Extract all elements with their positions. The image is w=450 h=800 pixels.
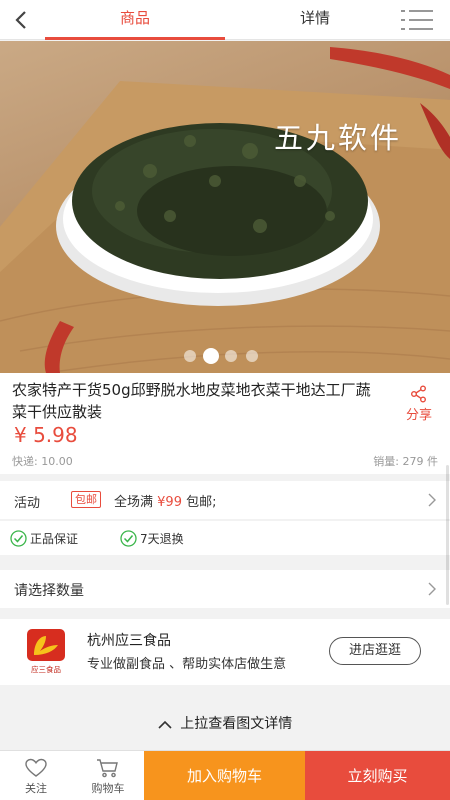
cart-button[interactable]: 购物车 — [72, 751, 144, 800]
tab-detail-label: 详情 — [299, 9, 330, 27]
menu-button[interactable] — [400, 7, 434, 33]
cart-label: 购物车 — [91, 782, 125, 795]
promotion-label: 活动 — [14, 496, 41, 511]
product-price: ¥ 5.98 — [14, 423, 78, 447]
list-menu-icon — [401, 10, 433, 30]
promotion-text: 全场满 ¥99 包邮; — [114, 491, 217, 510]
top-nav-bar: 商品 详情 — [0, 0, 450, 40]
product-photo — [0, 47, 450, 373]
quantity-label: 请选择数量 — [14, 583, 84, 599]
store-description: 专业做副食品 、帮助实体店做生意 — [87, 657, 287, 672]
favorite-button[interactable]: 关注 — [0, 751, 72, 800]
quantity-selector-row[interactable]: 请选择数量 — [0, 570, 450, 608]
promotion-prefix: 全场满 — [114, 495, 154, 510]
product-info: 农家特产干货50g邱野脱水地皮菜地衣菜干地达工厂蔬菜干供应散装 分享 ¥ 5.9… — [0, 373, 450, 474]
promotion-row[interactable]: 活动 包邮 全场满 ¥99 包邮; — [0, 481, 450, 519]
promotion-amount: ¥99 — [157, 495, 182, 510]
share-icon — [411, 385, 426, 403]
tab-detail[interactable]: 详情 — [225, 0, 405, 40]
carousel-dot[interactable] — [246, 350, 258, 362]
sales-count: 销量: 279 件 — [373, 455, 438, 468]
carousel-dots — [184, 348, 264, 364]
store-card: 应三食品 杭州应三食品 专业做副食品 、帮助实体店做生意 进店逛逛 — [0, 619, 450, 685]
watermark-text: 五九软件 — [274, 121, 403, 155]
carousel-dot[interactable] — [184, 350, 196, 362]
share-button[interactable]: 分享 — [396, 385, 442, 423]
visit-store-button[interactable]: 进店逛逛 — [329, 637, 421, 665]
guarantee-authentic-label: 正品保证 — [30, 532, 79, 546]
back-button[interactable] — [6, 4, 38, 36]
carousel-dot-active[interactable] — [203, 348, 219, 364]
chevron-up-icon — [158, 720, 172, 729]
shopping-cart-icon — [97, 759, 118, 778]
favorite-label: 关注 — [25, 782, 47, 795]
store-name: 杭州应三食品 — [87, 633, 171, 649]
store-logo-text: 应三食品 — [31, 664, 61, 674]
free-shipping-badge: 包邮 — [71, 491, 101, 508]
product-title: 农家特产干货50g邱野脱水地皮菜地衣菜干地达工厂蔬菜干供应散装 — [12, 381, 371, 421]
buy-now-button[interactable]: 立刻购买 — [305, 751, 450, 800]
product-image-carousel[interactable]: 五九软件 — [0, 41, 450, 373]
check-circle-icon — [10, 530, 27, 547]
tab-goods-label: 商品 — [119, 9, 150, 27]
guarantees-row: 正品保证 7天退换 — [0, 521, 450, 555]
promotion-suffix: 包邮; — [186, 495, 217, 510]
share-label: 分享 — [405, 408, 432, 423]
carousel-dot[interactable] — [225, 350, 237, 362]
tab-goods[interactable]: 商品 — [45, 0, 225, 40]
chevron-right-icon — [428, 493, 436, 507]
store-logo: 应三食品 — [24, 627, 68, 675]
pull-up-hint[interactable]: 上拉查看图文详情 — [0, 700, 450, 748]
scrollbar[interactable] — [446, 465, 449, 605]
product-detail-page: 商品 详情 五九软件 农家特产干货50g邱野脱水地皮菜地衣菜干地达工厂蔬菜干供应… — [0, 0, 450, 800]
heart-icon — [25, 758, 47, 777]
chevron-left-icon — [15, 11, 26, 29]
pull-up-label: 上拉查看图文详情 — [180, 716, 293, 732]
chevron-right-icon — [428, 582, 436, 596]
bottom-action-bar: 关注 购物车 加入购物车 立刻购买 — [0, 750, 450, 800]
check-circle-icon — [120, 530, 137, 547]
shipping-fee: 快递: 10.00 — [12, 455, 73, 468]
active-tab-indicator — [45, 37, 225, 40]
store-logo-graphic: 应三食品 — [27, 629, 65, 674]
add-to-cart-button[interactable]: 加入购物车 — [144, 751, 305, 800]
guarantee-return-label: 7天退换 — [140, 532, 184, 546]
